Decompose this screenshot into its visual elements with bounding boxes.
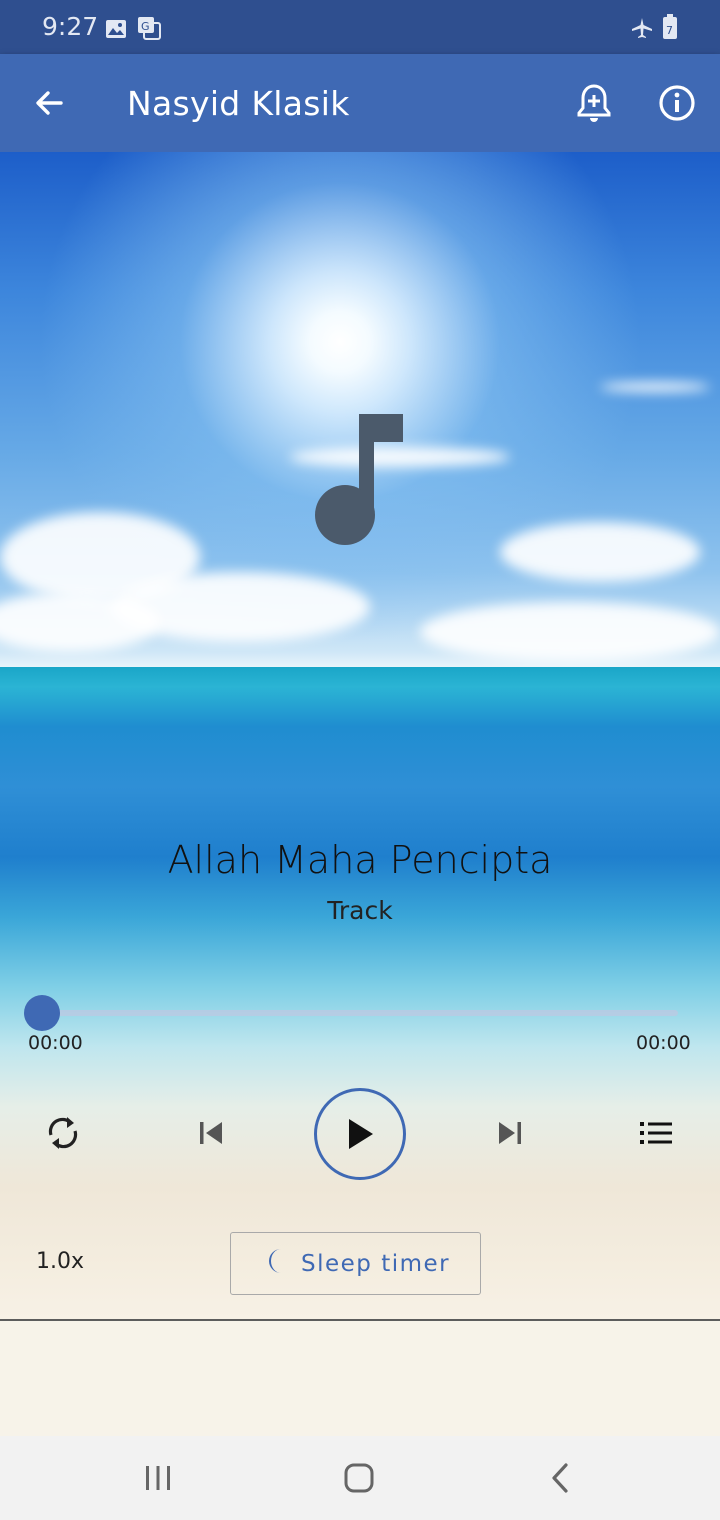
previous-button[interactable]	[186, 1108, 236, 1158]
total-duration: 00:00	[636, 1032, 691, 1054]
sea-decoration	[0, 667, 720, 1320]
app-bar: Nasyid Klasik	[0, 54, 720, 152]
battery-level: 7	[666, 24, 673, 37]
recents-button[interactable]	[136, 1458, 180, 1498]
play-button[interactable]	[314, 1088, 406, 1180]
repeat-icon	[48, 1117, 78, 1149]
arrow-left-icon	[36, 91, 63, 115]
recents-icon	[146, 1466, 170, 1490]
seek-thumb[interactable]	[24, 995, 60, 1031]
next-button[interactable]	[485, 1108, 535, 1158]
track-subtitle: Track	[327, 896, 393, 925]
info-icon	[659, 85, 695, 121]
home-icon	[344, 1463, 374, 1493]
system-back-button[interactable]	[538, 1458, 582, 1498]
bottom-panel	[0, 1321, 720, 1436]
sleep-timer-label: Sleep timer	[301, 1250, 451, 1277]
system-nav-bar	[0, 1436, 720, 1520]
music-note-icon	[314, 414, 406, 553]
back-button[interactable]	[24, 78, 74, 128]
playlist-button[interactable]	[631, 1108, 681, 1158]
svg-text:G: G	[141, 20, 150, 33]
play-icon	[349, 1119, 373, 1149]
repeat-button[interactable]	[38, 1108, 88, 1158]
battery-icon: 7	[662, 14, 678, 47]
info-button[interactable]	[652, 78, 702, 128]
home-button[interactable]	[337, 1458, 381, 1498]
skip-next-icon	[499, 1122, 521, 1144]
sleep-timer-button[interactable]: Sleep timer	[230, 1232, 481, 1295]
status-time: 9:27	[42, 12, 99, 41]
add-reminder-button[interactable]	[569, 78, 619, 128]
gallery-icon	[105, 16, 127, 47]
skip-previous-icon	[200, 1122, 222, 1144]
playback-speed[interactable]: 1.0x	[36, 1249, 84, 1274]
playlist-icon	[640, 1122, 672, 1144]
current-time: 00:00	[28, 1032, 83, 1054]
track-title: Allah Maha Pencipta	[167, 838, 553, 882]
bell-plus-icon	[577, 84, 611, 122]
seek-bar[interactable]	[42, 1010, 678, 1016]
status-bar: 9:27 G 7	[0, 0, 720, 54]
translate-icon: G	[137, 16, 161, 47]
player-background: Allah Maha Pencipta Track 00:00 00:00 1.…	[0, 152, 720, 1320]
page-title: Nasyid Klasik	[127, 84, 350, 123]
moon-icon	[263, 1247, 287, 1280]
back-icon	[552, 1463, 568, 1493]
airplane-icon	[630, 16, 654, 47]
